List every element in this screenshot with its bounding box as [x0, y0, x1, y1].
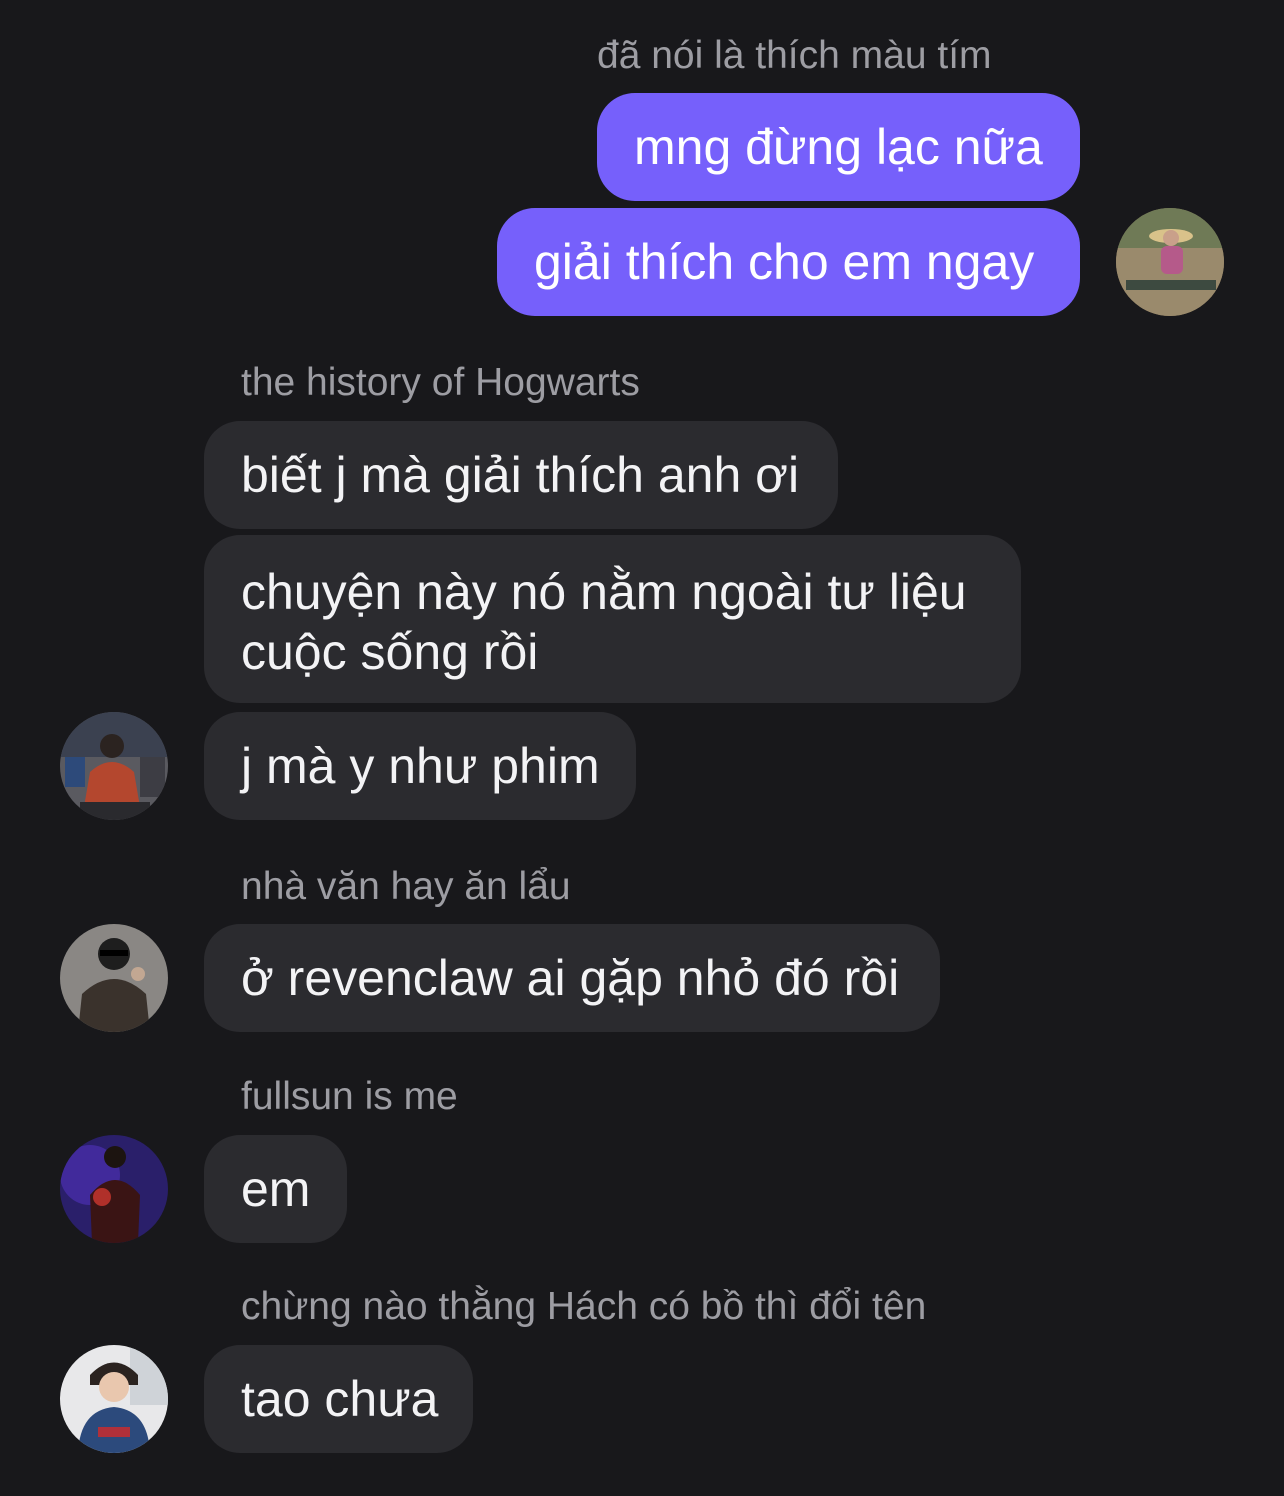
- avatar-group3[interactable]: [60, 1135, 168, 1243]
- sender-name-group1: the history of Hogwarts: [241, 361, 640, 404]
- message-bubble-outgoing-2[interactable]: giải thích cho em ngay: [497, 208, 1080, 316]
- message-bubble-incoming-1[interactable]: biết j mà giải thích anh ơi: [204, 421, 838, 529]
- message-text: tao chưa: [241, 1371, 439, 1427]
- message-text: ở revenclaw ai gặp nhỏ đó rồi: [241, 950, 900, 1006]
- avatar-group2[interactable]: [60, 924, 168, 1032]
- message-text: em: [241, 1161, 311, 1217]
- message-bubble-incoming-2[interactable]: chuyện này nó nằm ngoài tư liệu cuộc sốn…: [204, 535, 1021, 703]
- message-text: chuyện này nó nằm ngoài tư liệu cuộc sốn…: [241, 564, 967, 680]
- message-bubble-incoming-6[interactable]: tao chưa: [204, 1345, 473, 1453]
- message-bubble-incoming-4[interactable]: ở revenclaw ai gặp nhỏ đó rồi: [204, 924, 940, 1032]
- sender-name-group3: fullsun is me: [241, 1075, 458, 1118]
- message-text: mng đừng lạc nữa: [634, 119, 1043, 175]
- message-text: j mà y như phim: [241, 738, 600, 794]
- sender-name-group4: chừng nào thằng Hách có bồ thì đổi tên: [241, 1285, 927, 1328]
- avatar-outgoing[interactable]: [1116, 208, 1224, 316]
- sender-name-group2: nhà văn hay ăn lẩu: [241, 865, 571, 908]
- message-bubble-outgoing-1[interactable]: mng đừng lạc nữa: [597, 93, 1080, 201]
- message-bubble-incoming-3[interactable]: j mà y như phim: [204, 712, 636, 820]
- message-text: biết j mà giải thích anh ơi: [241, 447, 800, 503]
- avatar-group4[interactable]: [60, 1345, 168, 1453]
- message-bubble-incoming-5[interactable]: em: [204, 1135, 347, 1243]
- sender-name-outgoing: đã nói là thích màu tím: [597, 34, 992, 77]
- avatar-group1[interactable]: [60, 712, 168, 820]
- message-text: giải thích cho em ngay: [534, 234, 1035, 290]
